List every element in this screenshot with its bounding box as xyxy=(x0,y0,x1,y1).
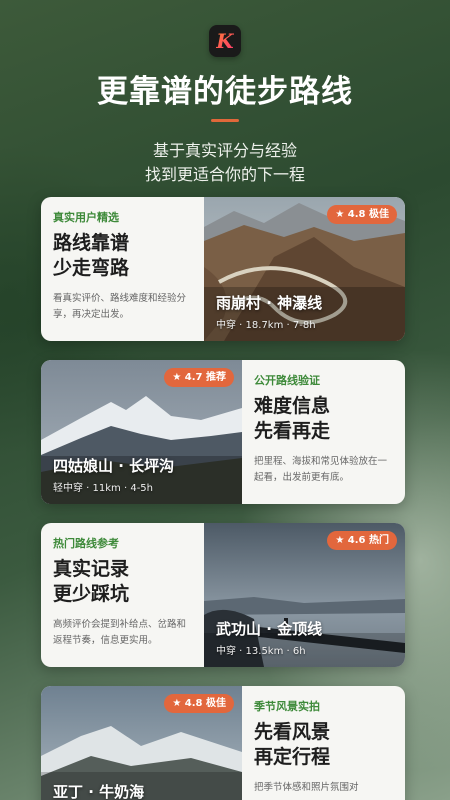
card-description: 看真实评价、路线难度和经验分享，再决定出发。 xyxy=(53,293,187,320)
route-name: 四姑娘山 · 长坪沟 xyxy=(53,457,175,475)
card-description: 高频评价会提到补给点、岔路和返程节奏，信息更实用。 xyxy=(53,619,187,646)
card-title: 路线靠谱 少走弯路 xyxy=(53,232,130,279)
route-name: 雨崩村 · 神瀑线 xyxy=(216,294,323,312)
route-name: 武功山 · 金顶线 xyxy=(216,620,323,638)
route-photo: ★ 4.6 热门 武功山 · 金顶线 中穿 · 13.5km · 6h xyxy=(204,523,405,667)
card-text: 公开路线验证 难度信息 先看再走 把里程、海拔和常见体验放在一起看，出发前更有底… xyxy=(242,360,405,504)
card-tag: 季节风景实拍 xyxy=(254,700,320,713)
route-card-yading[interactable]: ★ 4.8 极佳 亚丁 · 牛奶海 季节风景实拍 先看风景 再定行程 把季节体感… xyxy=(41,686,405,800)
route-meta: 轻中穿 · 11km · 4-5h xyxy=(53,483,153,494)
card-text: 季节风景实拍 先看风景 再定行程 把季节体感和照片氛围对 xyxy=(242,686,405,800)
headline-divider xyxy=(211,119,239,122)
route-card-wugongshan[interactable]: 热门路线参考 真实记录 更少踩坑 高频评价会提到补给点、岔路和返程节奏，信息更实… xyxy=(41,523,405,667)
route-meta: 中穿 · 18.7km · 7-8h xyxy=(216,320,316,331)
card-tag: 真实用户精选 xyxy=(53,211,119,224)
route-meta: 中穿 · 13.5km · 6h xyxy=(216,646,306,657)
app-logo: K xyxy=(209,25,241,57)
subtitle-line-2: 找到更适合你的下一程 xyxy=(144,165,305,184)
card-tag: 热门路线参考 xyxy=(53,537,119,550)
route-photo: ★ 4.7 推荐 四姑娘山 · 长坪沟 轻中穿 · 11km · 4-5h xyxy=(41,360,242,504)
rating-badge: ★ 4.7 推荐 xyxy=(164,368,234,387)
rating-badge: ★ 4.8 极佳 xyxy=(164,694,234,713)
route-card-siguniang[interactable]: ★ 4.7 推荐 四姑娘山 · 长坪沟 轻中穿 · 11km · 4-5h 公开… xyxy=(41,360,405,504)
card-description: 把里程、海拔和常见体验放在一起看，出发前更有底。 xyxy=(254,456,388,483)
card-title: 难度信息 先看再走 xyxy=(254,395,331,442)
page-headline: 更靠谱的徒步路线 xyxy=(97,74,353,110)
card-title: 真实记录 更少踩坑 xyxy=(53,558,130,605)
route-card-yubeng[interactable]: 真实用户精选 路线靠谱 少走弯路 看真实评价、路线难度和经验分享，再决定出发。 … xyxy=(41,197,405,341)
card-tag: 公开路线验证 xyxy=(254,374,320,387)
rating-badge: ★ 4.8 极佳 xyxy=(327,205,397,224)
card-title: 先看风景 再定行程 xyxy=(254,721,331,768)
card-description: 把季节体感和照片氛围对 xyxy=(254,782,359,793)
route-photo: ★ 4.8 极佳 亚丁 · 牛奶海 xyxy=(41,686,242,800)
card-text: 热门路线参考 真实记录 更少踩坑 高频评价会提到补给点、岔路和返程节奏，信息更实… xyxy=(41,523,204,667)
card-text: 真实用户精选 路线靠谱 少走弯路 看真实评价、路线难度和经验分享，再决定出发。 xyxy=(41,197,204,341)
rating-badge: ★ 4.6 热门 xyxy=(327,531,397,550)
route-photo: ★ 4.8 极佳 雨崩村 · 神瀑线 中穿 · 18.7km · 7-8h xyxy=(204,197,405,341)
route-name: 亚丁 · 牛奶海 xyxy=(53,783,145,800)
subtitle-line-1: 基于真实评分与经验 xyxy=(152,141,297,160)
